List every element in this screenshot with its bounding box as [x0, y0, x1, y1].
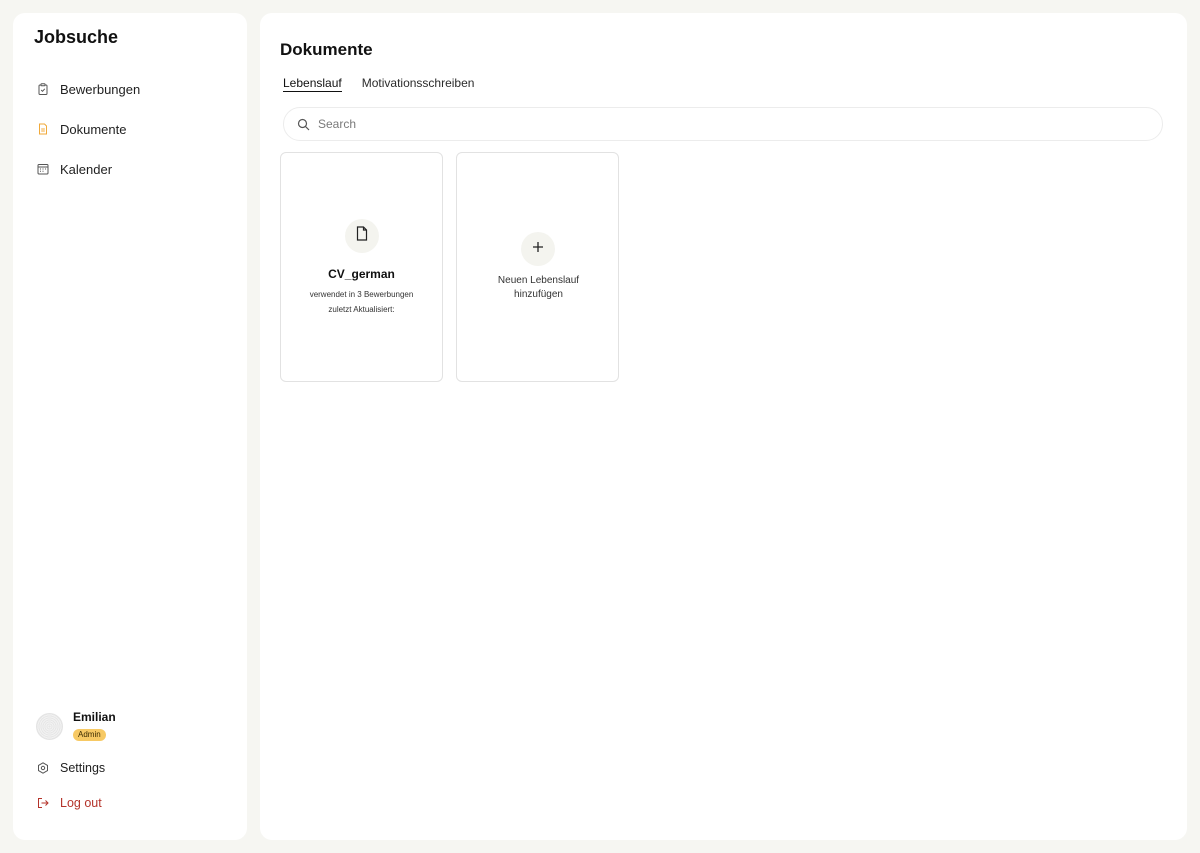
sidebar-item-label: Dokumente [60, 121, 127, 137]
role-badge: Admin [73, 729, 106, 741]
document-name: CV_german [328, 267, 395, 281]
sidebar-item-label: Kalender [60, 161, 113, 177]
gear-icon [37, 762, 49, 774]
file-icon [355, 226, 369, 246]
settings-label: Settings [60, 761, 106, 775]
document-icon [37, 123, 49, 135]
app-title: Jobsuche [34, 27, 119, 47]
sidebar-item-kalender[interactable]: Kalender [13, 149, 247, 189]
settings-button[interactable]: Settings [37, 761, 105, 775]
sidebar: Jobsuche Bewerbungen Dokumente Kalender … [13, 13, 247, 840]
logout-label: Log out [60, 796, 102, 810]
add-lebenslauf-card[interactable]: Neuen Lebenslauf hinzufügen [456, 152, 619, 382]
sidebar-item-dokumente[interactable]: Dokumente [13, 109, 247, 149]
add-icon-circle [521, 232, 555, 266]
tab-motivationsschreiben[interactable]: Motivationsschreiben [362, 76, 475, 92]
calendar-icon [37, 163, 49, 175]
sidebar-item-bewerbungen[interactable]: Bewerbungen [13, 69, 247, 109]
document-usage: verwendet in 3 Bewerbungen [309, 290, 414, 299]
clipboard-icon [37, 83, 49, 95]
tab-lebenslauf[interactable]: Lebenslauf [283, 76, 342, 92]
avatar [36, 712, 63, 740]
document-card-cv-german[interactable]: CV_german verwendet in 3 Bewerbungen zul… [280, 152, 443, 382]
document-updated: zuletzt Aktualisiert: [328, 305, 395, 314]
sidebar-item-label: Bewerbungen [60, 81, 141, 97]
main-panel: Dokumente Lebenslauf Motivationsschreibe… [260, 13, 1187, 840]
user-profile[interactable]: Emilian Admin [36, 710, 116, 742]
logout-button[interactable]: Log out [37, 796, 102, 810]
add-card-label: Neuen Lebenslauf hinzufügen [497, 275, 580, 300]
document-icon-circle [345, 219, 379, 253]
document-tabs: Lebenslauf Motivationsschreiben [283, 76, 494, 92]
user-name: Emilian [73, 710, 116, 724]
search-icon [297, 118, 310, 131]
plus-icon [532, 240, 544, 258]
page-title: Dokumente [280, 40, 373, 59]
search-bar[interactable] [283, 107, 1163, 141]
logout-icon [37, 797, 49, 809]
search-input[interactable] [318, 117, 1138, 131]
sidebar-nav: Bewerbungen Dokumente Kalender [13, 69, 247, 189]
